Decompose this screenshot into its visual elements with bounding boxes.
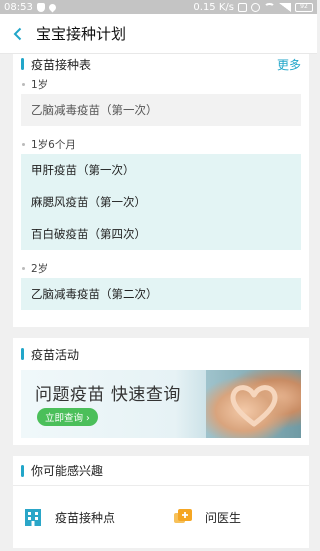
more-link[interactable]: 更多	[277, 56, 301, 73]
ask-doctor-link[interactable]: 问医生	[173, 507, 241, 527]
vaccine-name: 百白破疫苗（第四次）	[31, 227, 146, 241]
chevron-left-icon	[13, 27, 22, 40]
vaccine-activity-card: 疫苗活动 问题疫苗 快速查询 立即查询 ›	[13, 338, 309, 445]
vaccine-row[interactable]: 甲肝疫苗（第一次）	[21, 154, 301, 186]
age-group-header: 1岁	[13, 74, 309, 94]
vaccine-row[interactable]: 乙脑减毒疫苗（第一次）	[21, 94, 301, 126]
vaccine-name: 乙脑减毒疫苗（第一次）	[31, 103, 158, 117]
schedule-header: 疫苗接种表 更多	[13, 54, 309, 74]
alarm-icon	[251, 2, 260, 12]
signal-icon	[279, 2, 291, 12]
schedule-title: 疫苗接种表	[31, 57, 92, 72]
network-speed: 0.15 K/s	[193, 1, 234, 13]
vaccine-row[interactable]: 麻腮风疫苗（第一次）	[21, 186, 301, 218]
activity-banner[interactable]: 问题疫苗 快速查询 立即查询 ›	[21, 370, 301, 438]
wifi-icon	[264, 3, 275, 11]
activity-header: 疫苗活动	[13, 338, 309, 370]
vaccine-row[interactable]: 乙脑减毒疫苗（第二次）	[21, 278, 301, 310]
activity-title: 疫苗活动	[31, 347, 80, 362]
vaccine-name: 乙脑减毒疫苗（第二次）	[31, 287, 158, 301]
heart-hands-image	[206, 370, 301, 438]
vaccination-site-label: 疫苗接种点	[55, 510, 116, 525]
status-time: 08:53	[4, 1, 33, 13]
age-label: 1岁6个月	[31, 138, 76, 151]
ask-doctor-label: 问医生	[205, 510, 242, 525]
vibrate-icon	[238, 2, 247, 12]
vaccine-name: 甲肝疫苗（第一次）	[31, 163, 135, 177]
age-label: 2岁	[31, 262, 49, 275]
vaccine-schedule-card: 疫苗接种表 更多 1岁 乙脑减毒疫苗（第一次） 1岁6个月 甲肝疫苗（第一次） …	[13, 54, 309, 327]
bullet-dot	[22, 266, 25, 270]
query-now-button[interactable]: 立即查询 ›	[37, 408, 98, 426]
interest-card: 你可能感兴趣 疫苗接种点 问医生	[13, 456, 309, 548]
title-accent-bar	[21, 58, 24, 70]
age-label: 1岁	[31, 78, 49, 91]
building-icon	[25, 509, 41, 526]
vaccination-site-link[interactable]: 疫苗接种点	[23, 507, 163, 527]
title-accent-bar	[21, 348, 24, 360]
app-header: 宝宝接种计划	[0, 14, 317, 54]
bullet-dot	[22, 142, 25, 146]
vaccine-row[interactable]: 百白破疫苗（第四次）	[21, 218, 301, 250]
status-bar: 08:53 0.15 K/s 92	[0, 0, 317, 14]
heart-hands-icon	[230, 385, 278, 427]
interest-header: 你可能感兴趣	[13, 456, 309, 486]
bullet-dot	[22, 82, 25, 86]
vaccine-name: 麻腮风疫苗（第一次）	[31, 195, 146, 209]
location-icon	[47, 2, 58, 12]
shield-icon	[36, 2, 45, 12]
age-group-header: 1岁6个月	[13, 134, 309, 154]
battery-icon: 92	[295, 2, 313, 12]
interest-links: 疫苗接种点 问医生	[13, 486, 309, 548]
page-title: 宝宝接种计划	[36, 25, 127, 43]
title-accent-bar	[21, 464, 24, 477]
interest-title: 你可能感兴趣	[31, 464, 104, 478]
age-group-header: 2岁	[13, 258, 309, 278]
banner-headline: 问题疫苗 快速查询	[35, 385, 181, 405]
chat-plus-icon	[174, 509, 192, 523]
back-button[interactable]	[0, 14, 36, 54]
